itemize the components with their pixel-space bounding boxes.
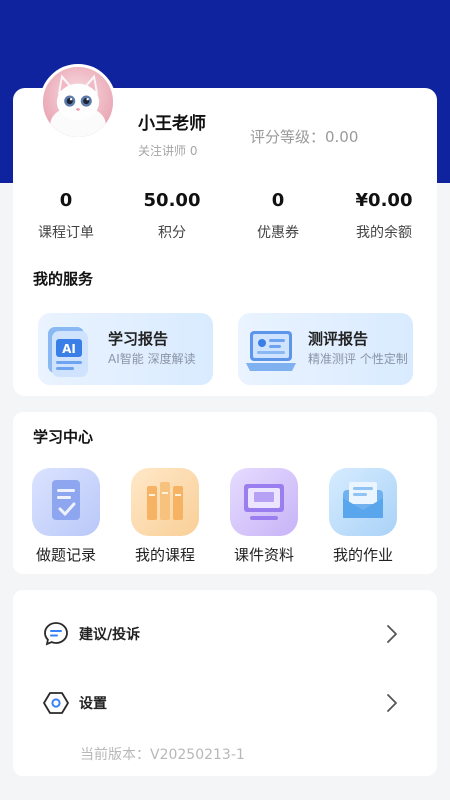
service-subtitle: AI智能 深度解读 [108,352,196,366]
app-version: 当前版本：V20250213-1 [80,747,245,763]
exercise-record-icon [32,468,100,536]
stat-balance[interactable]: ¥0.00 我的余额 [331,188,437,242]
assessment-laptop-icon [246,331,296,371]
stat-label: 积分 [158,225,186,241]
menu-item-settings[interactable]: 设置 [13,683,437,723]
avatar[interactable] [40,64,116,140]
cat-avatar-image [43,67,113,137]
stat-label: 课程订单 [38,225,94,241]
my-services-title: 我的服务 [33,270,94,288]
menu-item-label: 设置 [79,696,107,712]
homework-mail-icon [329,468,397,536]
learning-item-label: 课件资料 [233,546,294,564]
ai-report-icon: AI [48,327,88,377]
stat-value: ¥0.00 [355,190,413,211]
teacher-name: 小王老师 [138,114,206,134]
courses-books-icon [131,468,199,536]
service-learning-report[interactable]: AI 学习报告 AI智能 深度解读 [38,313,213,385]
stats-row: 0 课程订单 50.00 积分 0 优惠券 ¥0.00 我的余额 [13,188,437,242]
stat-value: 0 [59,190,73,211]
chevron-right-icon [387,694,397,712]
menu-item-feedback[interactable]: 建议/投诉 [13,614,437,654]
learning-item-my-homework[interactable]: 我的作业 [325,466,401,565]
svg-text:AI: AI [62,342,76,356]
rating-grade: 评分等级：0.00 [250,128,359,146]
service-subtitle: 精准测评 个性定制 [308,352,408,366]
learning-item-courseware[interactable]: 课件资料 [226,466,302,565]
stat-course-orders[interactable]: 0 课程订单 [13,188,119,242]
service-title: 测评报告 [308,330,369,348]
stat-label: 优惠券 [257,225,299,241]
settings-hexagon-icon [43,692,69,714]
chevron-right-icon [387,625,397,643]
stat-points[interactable]: 50.00 积分 [119,188,225,242]
learning-item-label: 我的作业 [332,546,393,564]
learning-center-title: 学习中心 [33,428,94,446]
learning-item-exercise-records[interactable]: 做题记录 [28,466,104,565]
feedback-chat-icon [44,622,68,646]
stat-label: 我的余额 [356,225,412,241]
stat-coupons[interactable]: 0 优惠券 [225,188,331,242]
learning-item-label: 做题记录 [35,546,96,564]
follow-count[interactable]: 关注讲师 0 [138,142,197,159]
courseware-monitor-icon [230,468,298,536]
learning-item-label: 我的课程 [134,546,195,564]
stat-value: 50.00 [143,190,201,211]
service-title: 学习报告 [108,330,169,348]
stat-value: 0 [271,190,285,211]
service-assessment-report[interactable]: 测评报告 精准测评 个性定制 [238,313,413,385]
menu-item-label: 建议/投诉 [79,627,141,643]
learning-item-my-courses[interactable]: 我的课程 [127,466,203,565]
